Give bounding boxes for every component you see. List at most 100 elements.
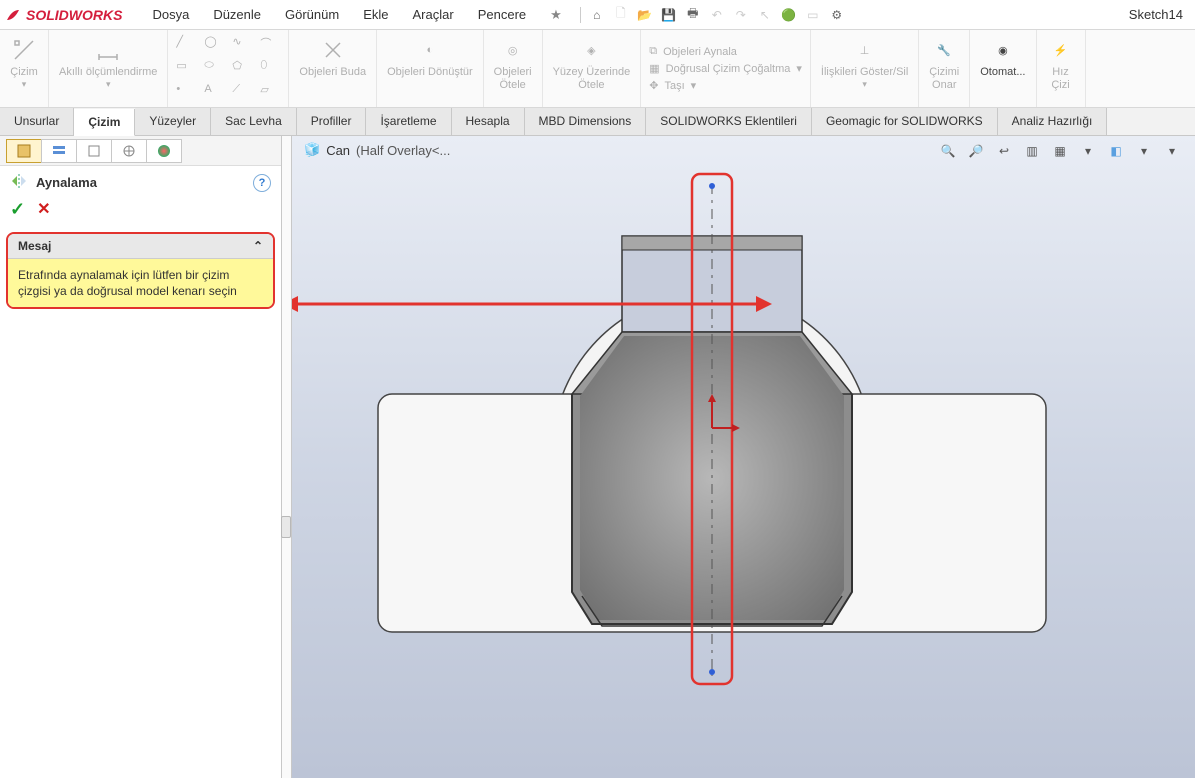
offset-icon: ◎ [499, 36, 527, 64]
ribbon-relations[interactable]: ⊥ İlişkileri Göster/Sil ▾ [811, 30, 919, 107]
message-header[interactable]: Mesaj ⌃ [8, 234, 273, 259]
polygon-tool-icon[interactable]: ⬠ [232, 59, 252, 75]
side-flyout-bar[interactable] [282, 136, 292, 778]
home-icon[interactable]: ⌂ [587, 5, 607, 25]
tab-markup[interactable]: İşaretleme [366, 108, 451, 135]
tab-mbd[interactable]: MBD Dimensions [525, 108, 647, 135]
new-doc-icon[interactable]: 🗋 [611, 5, 631, 25]
ribbon-surface-offset-label: Yüzey Üzerinde Ötele [553, 66, 631, 91]
ribbon-smart-dim-label: Akıllı ölçümlendirme [59, 66, 157, 79]
ribbon-linear-pattern[interactable]: ▦Doğrusal Çizim Çoğaltma ▾ [649, 62, 802, 75]
feature-manager-tab[interactable] [6, 139, 42, 163]
cancel-button[interactable]: ✕ [37, 199, 50, 220]
pm-header: Aynalama ? [0, 166, 281, 199]
help-icon[interactable]: ? [253, 174, 271, 192]
relations-icon: ⊥ [851, 36, 879, 64]
command-ribbon: Çizim ▾ Akıllı ölçümlendirme ▾ ╱ ◯ ∿ ⌒ ▭… [0, 30, 1195, 108]
pm-actions: ✓ ✕ [0, 199, 281, 228]
ribbon-pattern-group: ⧉Objeleri Aynala ▦Doğrusal Çizim Çoğaltm… [641, 30, 811, 107]
menu-star[interactable]: ★ [538, 1, 574, 29]
ribbon-sketch-tools: ╱ ◯ ∿ ⌒ ▭ ⬭ ⬠ ⬯ • A ⟋ ▱ [168, 30, 289, 107]
tab-sketch[interactable]: Çizim [74, 109, 135, 136]
linear-pattern-icon: ▦ [649, 62, 659, 75]
save-icon[interactable]: 💾 [659, 5, 679, 25]
ribbon-mirror[interactable]: ⧉Objeleri Aynala [649, 45, 802, 58]
rect-tool-icon[interactable]: ▭ [176, 59, 196, 75]
ok-button[interactable]: ✓ [10, 199, 25, 220]
ribbon-convert[interactable]: ◐ Objeleri Dönüştür [377, 30, 484, 107]
tab-profiles[interactable]: Profiller [297, 108, 367, 135]
menu-window[interactable]: Pencere [466, 1, 538, 28]
document-name: Sketch14 [1129, 7, 1191, 22]
surface-offset-icon: ◈ [577, 36, 605, 64]
message-body: Etrafında aynalamak için lütfen bir çizi… [8, 259, 273, 307]
auto-icon: ◉ [989, 36, 1017, 64]
ribbon-speed[interactable]: ⚡ Hız Çizi [1037, 30, 1086, 107]
ribbon-move[interactable]: ✥Taşı ▾ [649, 79, 802, 92]
dimxpert-tab[interactable] [111, 139, 147, 163]
settings-gear-icon[interactable]: ⚙ [827, 5, 847, 25]
circle-tool-icon[interactable]: ◯ [204, 35, 224, 51]
ribbon-surface-offset[interactable]: ◈ Yüzey Üzerinde Ötele [543, 30, 642, 107]
arc-tool-icon[interactable]: ⌒ [260, 35, 280, 51]
tab-analysis[interactable]: Analiz Hazırlığı [998, 108, 1108, 135]
undo-icon[interactable]: ↶ [707, 5, 727, 25]
menu-insert[interactable]: Ekle [351, 1, 400, 28]
ribbon-repair[interactable]: 🔧 Çizimi Onar [919, 30, 970, 107]
ribbon-trim[interactable]: Objeleri Buda [289, 30, 377, 107]
ribbon-auto[interactable]: ◉ Otomat... [970, 30, 1036, 107]
config-manager-tab[interactable] [76, 139, 112, 163]
plane-tool-icon[interactable]: ▱ [260, 83, 280, 99]
ribbon-relations-label: İlişkileri Göster/Sil [821, 66, 908, 79]
sketch-icon [10, 36, 38, 64]
repair-icon: 🔧 [930, 36, 958, 64]
config-icon [86, 143, 102, 159]
menu-view[interactable]: Görünüm [273, 1, 351, 28]
mirror-pm-icon [10, 172, 28, 193]
collapse-caret-icon[interactable]: ⌃ [253, 239, 263, 253]
ribbon-smart-dim[interactable]: Akıllı ölçümlendirme ▾ [49, 30, 168, 107]
message-header-label: Mesaj [18, 239, 51, 253]
line-tool-icon[interactable]: ╱ [176, 35, 196, 51]
slot-tool-icon[interactable]: ⬭ [204, 59, 224, 75]
tab-geomagic[interactable]: Geomagic for SOLIDWORKS [812, 108, 998, 135]
menu-file[interactable]: Dosya [140, 1, 201, 28]
spline-tool-icon[interactable]: ∿ [232, 35, 252, 51]
menu-tools[interactable]: Araçlar [401, 1, 466, 28]
command-tabs: Unsurlar Çizim Yüzeyler Sac Levha Profil… [0, 108, 1195, 136]
rebuild-icon[interactable]: 🟢 [779, 5, 799, 25]
graphics-viewport[interactable]: 🧊 Can (Half Overlay<... 🔍 🔎 ↩ ▥ ▦ ▾ ◧ ▾ … [292, 136, 1195, 778]
flyout-handle[interactable] [281, 516, 291, 538]
quick-access-toolbar: ⌂ 🗋 📂 💾 🖶 ↶ ↷ ↖ 🟢 ▭ ⚙ Sketch14 [587, 5, 1191, 25]
workspace: ▸ Aynalama ? ✓ ✕ Mesaj ⌃ Etrafında aynal… [0, 136, 1195, 778]
display-manager-tab[interactable] [146, 139, 182, 163]
point-tool-icon[interactable]: • [176, 83, 196, 99]
menu-bar: SOLIDWORKS Dosya Düzenle Görünüm Ekle Ar… [0, 0, 1195, 30]
ribbon-auto-label: Otomat... [980, 66, 1025, 79]
ribbon-sketch[interactable]: Çizim ▾ [0, 30, 49, 107]
open-icon[interactable]: 📂 [635, 5, 655, 25]
feature-tree-icon [16, 143, 32, 159]
redo-icon[interactable]: ↷ [731, 5, 751, 25]
tab-evaluate[interactable]: Hesapla [452, 108, 525, 135]
ribbon-offset[interactable]: ◎ Objeleri Ötele [484, 30, 543, 107]
display-icon [156, 143, 172, 159]
tab-sheetmetal[interactable]: Sac Levha [211, 108, 297, 135]
dimxpert-icon [121, 143, 137, 159]
options-pane-icon[interactable]: ▭ [803, 5, 823, 25]
property-manager-tab[interactable] [41, 139, 77, 163]
manager-tabs [0, 136, 281, 166]
ribbon-speed-sub: Çizi [1051, 79, 1069, 92]
select-icon[interactable]: ↖ [755, 5, 775, 25]
property-manager-panel: ▸ Aynalama ? ✓ ✕ Mesaj ⌃ Etrafında aynal… [0, 136, 282, 778]
tab-features[interactable]: Unsurlar [0, 108, 74, 135]
text-tool-icon[interactable]: A [204, 83, 224, 99]
solidworks-logo-icon [4, 6, 22, 24]
fillet-tool-icon[interactable]: ⟋ [232, 83, 252, 99]
menu-edit[interactable]: Düzenle [201, 1, 273, 28]
ribbon-speed-label: Hız [1052, 66, 1069, 79]
tab-addins[interactable]: SOLIDWORKS Eklentileri [646, 108, 812, 135]
print-icon[interactable]: 🖶 [683, 5, 703, 25]
tab-surfaces[interactable]: Yüzeyler [135, 108, 211, 135]
ellipse-tool-icon[interactable]: ⬯ [260, 59, 280, 75]
